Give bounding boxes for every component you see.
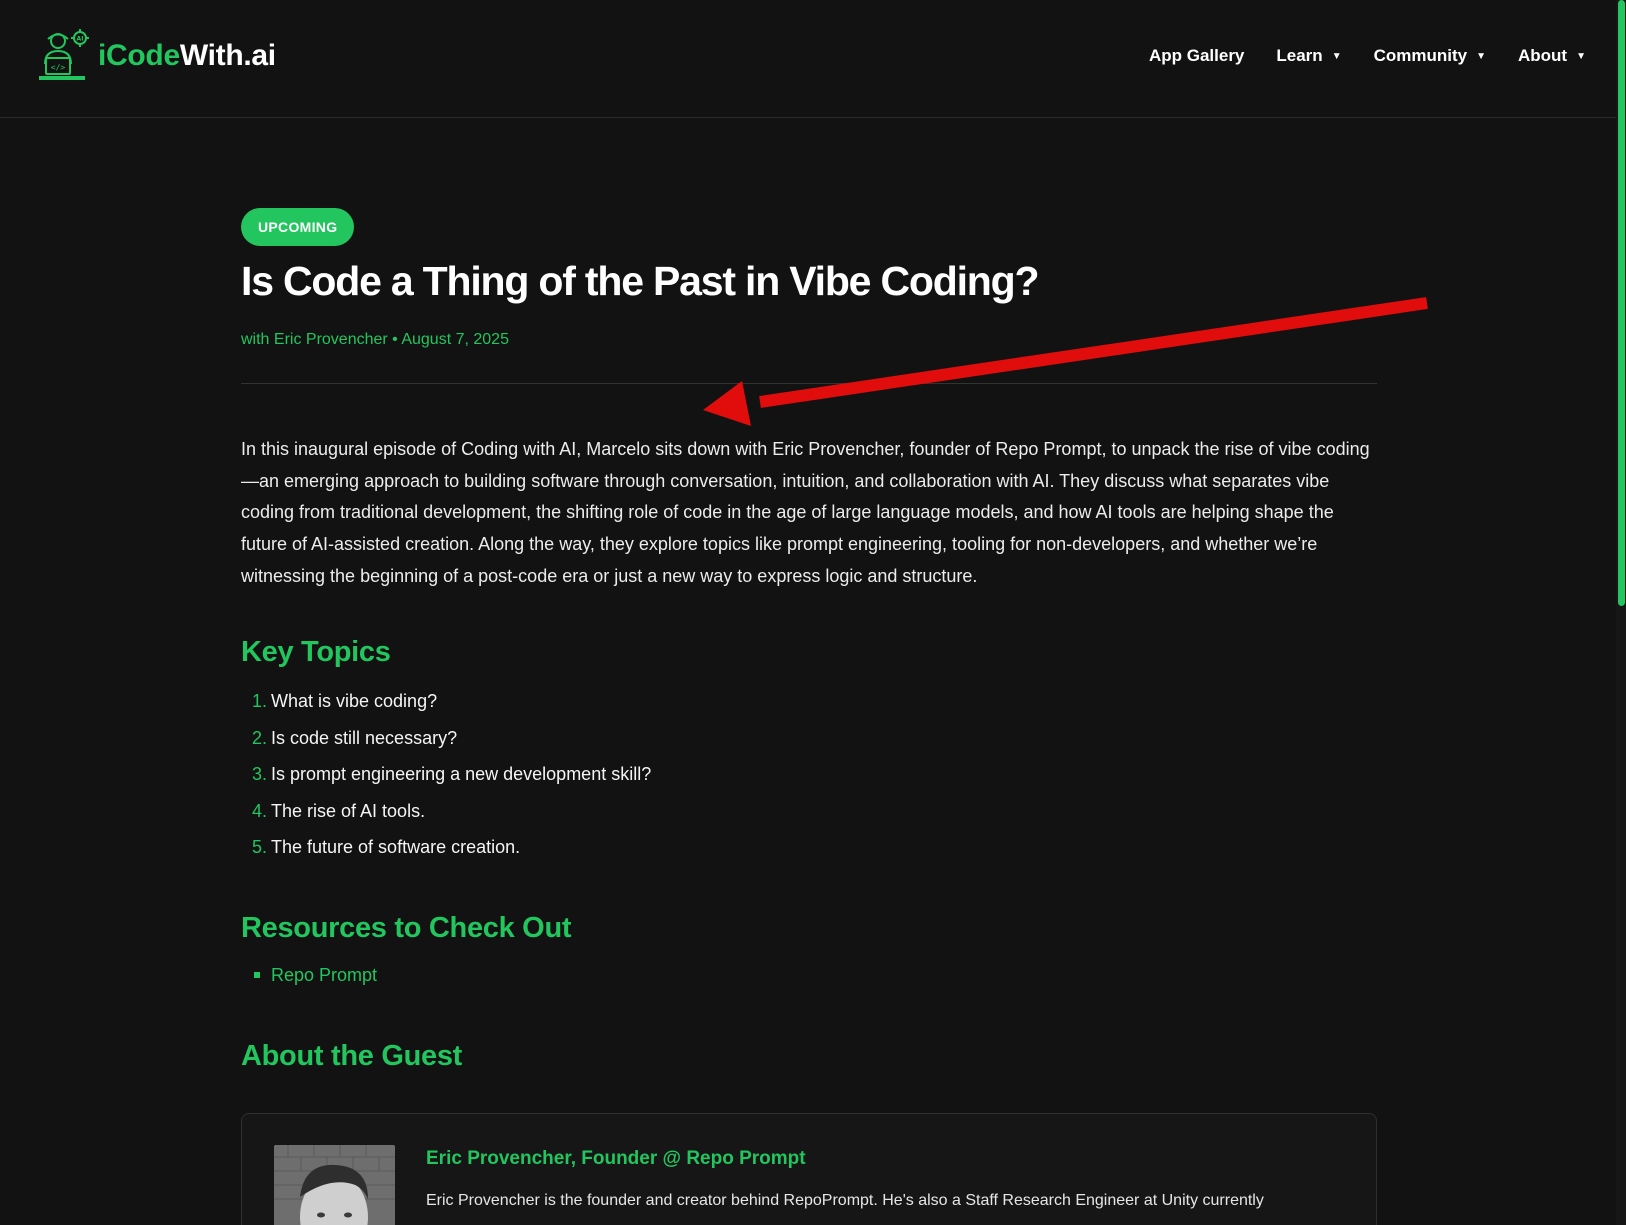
list-item: 5. The future of software creation. [241,837,1377,874]
guest-card: Eric Provencher, Founder @ Repo Prompt E… [241,1112,1377,1225]
svg-text:</>: </> [51,63,66,72]
guest-name: Eric Provencher, Founder @ Repo Prompt [426,1147,806,1169]
page: </> AI iCodeWith.ai App Gallery Learn ▼ … [0,0,1626,1225]
list-item: 3. Is prompt engineering a new developme… [241,764,1377,801]
status-badge: UPCOMING [241,208,355,246]
site-header: </> AI iCodeWith.ai App Gallery Learn ▼ … [0,0,1626,118]
episode-meta: with Eric Provencher • August 7, 2025 [241,331,509,349]
nav-about[interactable]: About ▼ [1518,46,1586,66]
logo-text: iCodeWith.ai [98,39,276,73]
page-title: Is Code a Thing of the Past in Vibe Codi… [241,258,1039,304]
guest-photo [274,1144,395,1225]
resources-heading: Resources to Check Out [241,911,572,944]
nav-learn-label: Learn [1276,46,1323,65]
list-item-text: Is prompt engineering a new development … [271,764,652,785]
list-item: 2. Is code still necessary? [241,728,1377,765]
list-item-number: 2. [251,727,267,748]
caret-down-icon: ▼ [1331,50,1342,62]
main-nav: App Gallery Learn ▼ Community ▼ About ▼ [1117,46,1586,66]
nav-app-gallery-label: App Gallery [1148,46,1245,65]
nav-app-gallery[interactable]: App Gallery [1149,46,1244,66]
episode-article: UPCOMING Is Code a Thing of the Past in … [241,208,1377,1225]
nav-community-label: Community [1373,46,1468,65]
list-item-number: 5. [251,837,267,858]
square-bullet-icon [254,972,260,979]
list-item-number: 4. [251,800,267,821]
developer-laptop-icon: </> AI [39,29,89,80]
nav-learn[interactable]: Learn ▼ [1276,46,1341,66]
nav-about-label: About [1518,46,1568,65]
caret-down-icon: ▼ [1476,50,1486,62]
svg-text:AI: AI [77,36,84,43]
scrollbar-thumb[interactable] [1618,0,1625,606]
episode-description: In this inaugural episode of Coding with… [241,439,1370,586]
about-guest-heading: About the Guest [241,1039,463,1072]
key-topics-heading: Key Topics [241,636,391,669]
logo-text-with-ai: With.ai [179,39,276,72]
logo-text-code: iCode [98,39,180,72]
repo-prompt-link[interactable]: Repo Prompt [271,965,377,986]
list-item-number: 1. [251,691,267,712]
list-item-text: Is code still necessary? [271,727,458,748]
list-item-number: 3. [251,764,267,785]
list-item: Repo Prompt [241,965,1377,986]
divider [241,383,1377,385]
guest-portrait-image [274,1144,395,1225]
resources-list: Repo Prompt [241,965,1377,986]
guest-bio: Eric Provencher is the founder and creat… [426,1191,1264,1209]
key-topics-list: 1. What is vibe coding? 2. Is code still… [241,691,1377,874]
list-item: 4. The rise of AI tools. [241,801,1377,838]
nav-community[interactable]: Community ▼ [1374,46,1486,66]
list-item-text: The future of software creation. [271,837,521,858]
list-item: 1. What is vibe coding? [241,691,1377,728]
list-item-text: What is vibe coding? [271,691,438,712]
caret-down-icon: ▼ [1576,50,1586,62]
list-item-text: The rise of AI tools. [271,800,426,821]
site-logo[interactable]: </> AI iCodeWith.ai [32,28,276,84]
